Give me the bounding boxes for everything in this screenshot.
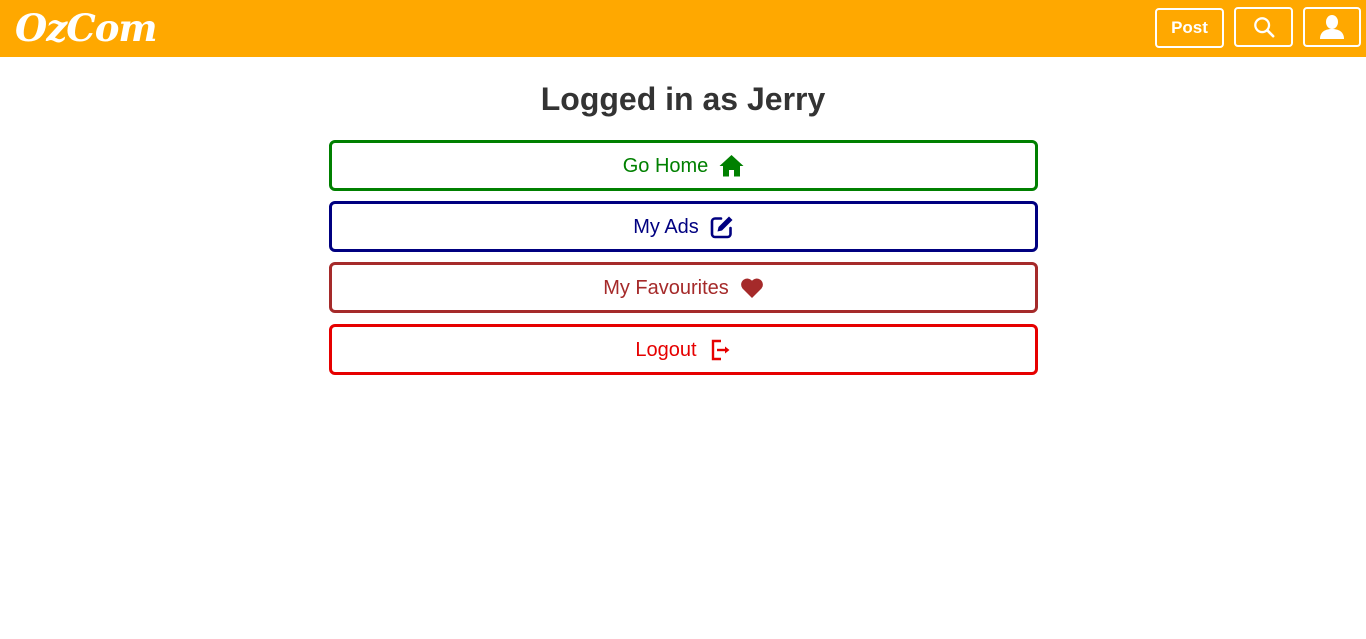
my-favourites-label: My Favourites	[603, 276, 729, 299]
home-icon	[719, 154, 744, 177]
my-ads-button[interactable]: My Ads	[329, 201, 1038, 252]
edit-icon	[710, 215, 734, 239]
logout-icon	[708, 338, 732, 362]
logout-button[interactable]: Logout	[329, 324, 1038, 375]
my-ads-label: My Ads	[633, 215, 699, 238]
search-icon	[1253, 16, 1275, 38]
user-button[interactable]	[1303, 7, 1361, 47]
search-button[interactable]	[1234, 7, 1293, 47]
post-button-label: Post	[1171, 18, 1208, 37]
user-icon	[1319, 15, 1345, 39]
post-button[interactable]: Post	[1155, 8, 1224, 48]
heart-icon	[740, 277, 764, 299]
go-home-label: Go Home	[622, 154, 709, 177]
top-navbar: OzCom Post	[0, 0, 1366, 57]
my-favourites-button[interactable]: My Favourites	[329, 262, 1038, 313]
go-home-button[interactable]: Go Home	[329, 140, 1038, 191]
page-title: Logged in as Jerry	[540, 81, 826, 117]
logout-label: Logout	[635, 338, 697, 361]
logo[interactable]: OzCom	[15, 6, 158, 50]
